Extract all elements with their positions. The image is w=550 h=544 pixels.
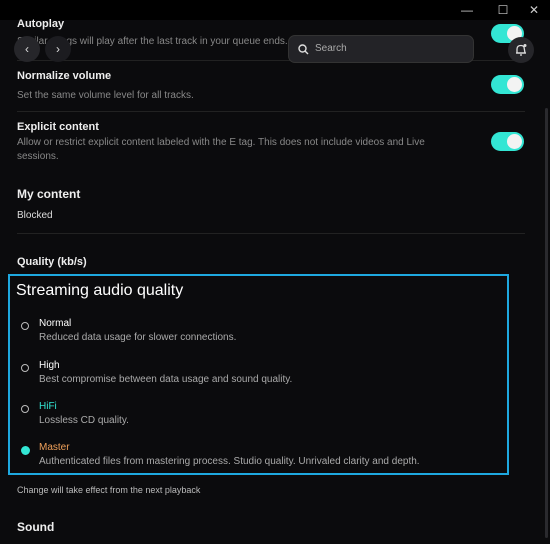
quality-note: Change will take effect from the next pl…	[17, 485, 201, 495]
streaming-quality-box: Streaming audio quality Normal Reduced d…	[8, 274, 509, 475]
option-label: Normal	[39, 318, 72, 329]
option-desc: Authenticated files from mastering proce…	[39, 456, 420, 467]
setting-title: Autoplay	[17, 18, 65, 30]
blocked-link[interactable]: Blocked	[17, 210, 525, 221]
radio-button[interactable]	[21, 322, 29, 330]
minimize-button[interactable]: —	[452, 2, 482, 18]
scrollbar[interactable]	[545, 108, 548, 538]
setting-desc: Set the same volume level for all tracks…	[17, 90, 194, 101]
my-content-heading: My content	[17, 187, 81, 201]
close-button[interactable]: ✕	[519, 2, 549, 18]
option-label: High	[39, 360, 60, 371]
option-desc: Lossless CD quality.	[39, 415, 129, 426]
sound-heading: Sound	[17, 520, 55, 534]
radio-button[interactable]	[21, 364, 29, 372]
divider	[17, 111, 525, 112]
streaming-quality-title: Streaming audio quality	[16, 282, 184, 299]
quality-heading: Quality (kb/s)	[17, 256, 87, 268]
forward-button[interactable]: ›	[45, 36, 71, 62]
back-button[interactable]: ‹	[14, 36, 40, 62]
setting-title: Normalize volume	[17, 70, 112, 82]
radio-button-selected[interactable]	[21, 446, 30, 455]
search-icon	[298, 44, 309, 55]
notifications-button[interactable]	[508, 37, 534, 63]
search-input[interactable]: Search	[288, 35, 474, 63]
title-bar: — ☐ ✕	[0, 0, 550, 20]
setting-title: Explicit content	[17, 121, 99, 133]
bell-icon	[516, 44, 527, 56]
setting-normalize: Normalize volume Set the same volume lev…	[17, 70, 525, 104]
maximize-button[interactable]: ☐	[488, 2, 518, 18]
explicit-toggle[interactable]	[491, 132, 524, 151]
radio-button[interactable]	[21, 405, 29, 413]
setting-desc: Allow or restrict explicit content label…	[17, 137, 425, 162]
option-label: Master	[39, 442, 70, 453]
option-label: HiFi	[39, 401, 57, 412]
search-placeholder: Search	[315, 43, 347, 54]
option-desc: Best compromise between data usage and s…	[39, 374, 293, 385]
divider	[17, 233, 525, 234]
option-desc: Reduced data usage for slower connection…	[39, 332, 237, 343]
normalize-toggle[interactable]	[491, 75, 524, 94]
setting-explicit: Explicit content Allow or restrict expli…	[17, 121, 447, 164]
